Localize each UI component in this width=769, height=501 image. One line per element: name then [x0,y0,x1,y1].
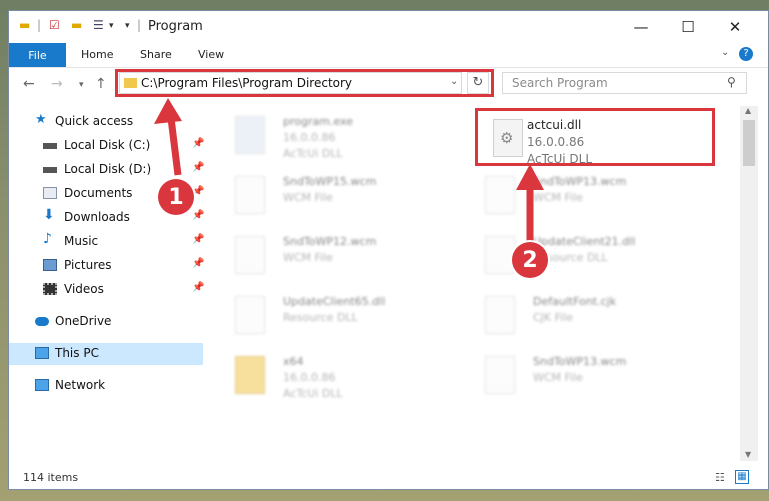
callout-number-2: 2 [512,242,548,278]
annotation-arrows [154,98,544,242]
callout-number-1: 1 [158,179,194,215]
arrowhead-address [154,98,182,124]
arrowhead-file [516,164,544,190]
